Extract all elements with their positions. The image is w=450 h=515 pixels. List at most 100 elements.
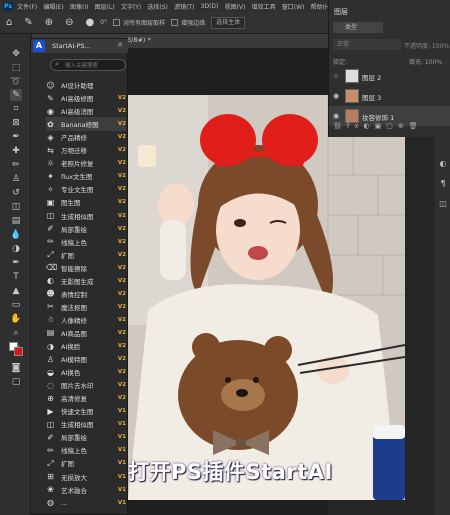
select-subject-button[interactable]: 选择主体 (211, 16, 246, 29)
plugin-feature-item[interactable]: ◑ AI换脸 V2 (46, 339, 126, 353)
visibility-eye-icon[interactable]: ◉ (333, 72, 339, 80)
fill-field[interactable]: 填充: 100% (409, 57, 442, 66)
search-input[interactable] (65, 61, 123, 70)
plugin-feature-item[interactable]: ☺ AI设计助理 (46, 78, 126, 92)
dodge-tool-icon[interactable]: ◑ (10, 243, 22, 255)
sample-all-checkbox[interactable] (113, 19, 121, 26)
healing-brush-icon[interactable]: ✚ (10, 145, 22, 157)
plugin-feature-item[interactable]: ◌ 图片去水印 V2 (46, 378, 126, 392)
plugin-feature-item[interactable]: ✧ 专业文生图 V2 (46, 182, 126, 196)
quick-select-icon[interactable]: ✎ (24, 17, 32, 28)
plugin-feature-item[interactable]: ❀ 艺术融合 V1 (46, 483, 126, 497)
lasso-tool-icon[interactable]: ➰ (10, 76, 22, 88)
crop-tool-icon[interactable]: ⌗ (10, 103, 22, 115)
plugin-feature-item[interactable]: ◫ 生成相似图 V1 (46, 417, 126, 431)
subtract-selection-icon[interactable]: ⊖ (65, 17, 73, 28)
plugin-feature-item[interactable]: ◫ 生成相似图 V2 (46, 209, 126, 223)
type-tool-icon[interactable]: T (10, 271, 22, 283)
plugin-feature-item[interactable]: ▣ 图生图 V2 (46, 195, 126, 209)
visibility-eye-icon[interactable]: ◉ (333, 112, 339, 120)
brush-settings-icon[interactable]: ● (86, 17, 95, 28)
plugin-feature-item[interactable]: ◉ AI高级消图 V2 (46, 104, 126, 118)
home-icon[interactable]: ⌂ (6, 17, 12, 28)
feature-label: 无影图生成 (61, 277, 94, 286)
screen-mode-icon[interactable]: ▢ (10, 376, 22, 388)
plugin-feature-item[interactable]: ✐ 局部重绘 V1 (46, 430, 126, 444)
path-select-icon[interactable]: ▲ (10, 285, 22, 297)
quick-select-tool-icon[interactable]: ✎ (10, 89, 22, 101)
plugin-feature-item[interactable]: ✐ 局部重绘 V2 (46, 222, 126, 236)
stamp-tool-icon[interactable]: ♙ (10, 173, 22, 185)
menu-file[interactable]: 文件(F) (17, 2, 37, 11)
plugin-feature-item[interactable]: ✏ 线稿上色 V1 (46, 443, 126, 457)
marquee-tool-icon[interactable]: ⬚ (10, 62, 22, 74)
eraser-tool-icon[interactable]: ◫ (10, 201, 22, 213)
quick-mask-icon[interactable]: ◙ (10, 362, 22, 374)
plugin-feature-item[interactable]: ☻ 表情控制 V2 (46, 287, 126, 301)
plugin-feature-item[interactable]: ◍... V1 (46, 496, 126, 510)
document-canvas-photo[interactable] (128, 95, 405, 500)
menu-layer[interactable]: 图层(L) (95, 2, 115, 11)
eyedropper-tool-icon[interactable]: ✒ (10, 131, 22, 143)
plugin-feature-item[interactable]: ✎ AI高级修图 V2 (46, 91, 126, 105)
plugin-feature-item[interactable]: ▤ AI商品图 V2 (46, 326, 126, 340)
move-tool-icon[interactable]: ✥ (10, 48, 22, 60)
plugin-feature-item[interactable]: ⊕ 高清修复 V2 (46, 391, 126, 405)
feature-label: ... (61, 498, 68, 507)
blend-mode-select[interactable]: 正常 (333, 39, 401, 50)
menu-plugins[interactable]: 增效工具 (252, 2, 276, 11)
adjustments-icon[interactable]: ◐ (438, 159, 448, 168)
pen-tool-icon[interactable]: ✒ (10, 257, 22, 269)
document-tab-title[interactable]: 3/8#) * (127, 36, 151, 44)
menu-edit[interactable]: 编辑(E) (43, 2, 63, 11)
plugin-feature-item[interactable]: ✦ flux文生图 V2 (46, 169, 126, 183)
plugin-feature-item[interactable]: ⇆ 万物迁移 V2 (46, 143, 126, 157)
plugin-feature-item[interactable]: ☃ 人像精修 V2 (46, 313, 126, 327)
channels-icon[interactable]: ◫ (438, 199, 448, 208)
menu-type[interactable]: 文字(Y) (121, 2, 141, 11)
layer-footer-icons[interactable]: ⛓fx◐▣▢⊕🗑 (333, 122, 423, 130)
feature-icon: ✦ (47, 171, 54, 181)
plugin-feature-item[interactable]: ✿ Banana修图 V2 (46, 117, 126, 132)
layer-row[interactable]: ◉ 图层 2 (329, 66, 450, 86)
plugin-feature-item[interactable]: ◐ 无影图生成 V2 (46, 274, 126, 288)
angle-value[interactable]: 0° (100, 19, 107, 26)
plugin-feature-item[interactable]: ☼ 老照片修复 V2 (46, 156, 126, 170)
menu-filter[interactable]: 滤镜(T) (174, 2, 194, 11)
brush-tool-icon[interactable]: ✏ (10, 159, 22, 171)
menu-image[interactable]: 图像(I) (70, 2, 88, 11)
layer-row[interactable]: ◉ 图层 3 (329, 86, 450, 106)
menu-view[interactable]: 视图(V) (225, 2, 246, 11)
shape-tool-icon[interactable]: ▭ (10, 299, 22, 311)
add-selection-icon[interactable]: ⊕ (45, 17, 53, 28)
layer-kind-filter[interactable]: 类型 (333, 22, 383, 33)
plugin-feature-item[interactable]: ⌫ 智能擦除 V2 (46, 261, 126, 275)
visibility-eye-icon[interactable]: ◉ (333, 92, 339, 100)
feature-icon: ✂ (47, 302, 54, 312)
gradient-tool-icon[interactable]: ▤ (10, 215, 22, 227)
menu-select[interactable]: 选择(S) (147, 2, 168, 11)
plugin-feature-item[interactable]: ✏ 线稿上色 V2 (46, 235, 126, 249)
plugin-feature-item[interactable]: ◒ AI换色 V2 (46, 365, 126, 379)
opacity-field[interactable]: 不透明度: 100% (404, 41, 449, 50)
plugin-feature-item[interactable]: ⤢ 扩图 V1 (46, 456, 126, 470)
blur-tool-icon[interactable]: 💧 (10, 229, 22, 241)
feature-icon: ◑ (47, 341, 54, 351)
plugin-feature-item[interactable]: ✂ 魔法抠图 V2 (46, 300, 126, 314)
history-brush-icon[interactable]: ↺ (10, 187, 22, 199)
enhance-edge-checkbox[interactable] (171, 19, 179, 26)
zoom-tool-icon[interactable]: ⌕ (10, 327, 22, 339)
plugin-feature-item[interactable]: ⤢ 扩图 V2 (46, 248, 126, 262)
hand-tool-icon[interactable]: ✋ (10, 313, 22, 325)
background-color-swatch[interactable] (14, 347, 23, 356)
plugin-feature-item[interactable]: ♙ AI模特图 V2 (46, 352, 126, 366)
frame-tool-icon[interactable]: ⊠ (10, 117, 22, 129)
menu-window[interactable]: 窗口(W) (282, 2, 305, 11)
close-icon[interactable]: ✕ (117, 41, 123, 49)
sample-all-label: 对所有图层取样 (123, 20, 166, 27)
plugin-feature-item[interactable]: ⊞ 无损放大 V1 (46, 470, 126, 484)
plugin-feature-item[interactable]: ▶ 快速文生图 V1 (46, 404, 126, 418)
plugin-feature-item[interactable]: ◈ 产品精修 V2 (46, 130, 126, 144)
paragraph-icon[interactable]: ¶ (438, 179, 448, 188)
menu-3d[interactable]: 3D(D) (201, 3, 219, 10)
